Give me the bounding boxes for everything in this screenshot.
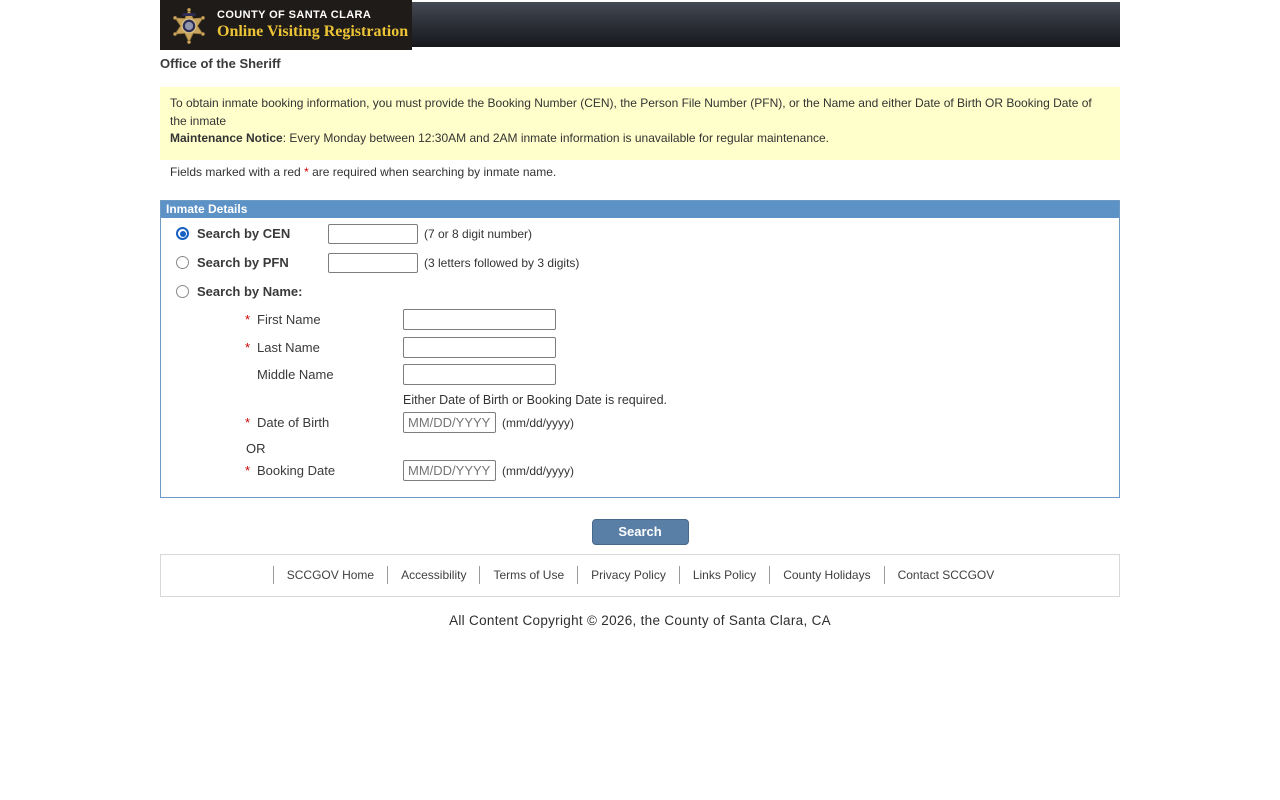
copyright-notice: All Content Copyright © 2026, the County… [449, 612, 831, 628]
notice-box: To obtain inmate booking information, yo… [160, 87, 1120, 160]
logo-text: COUNTY OF SANTA CLARA Online Visiting Re… [217, 9, 408, 41]
date-of-birth-input[interactable] [403, 412, 496, 433]
first-name-label: * First Name [245, 312, 403, 327]
booking-date-label: * Booking Date [245, 463, 403, 478]
first-name-required-asterisk: * [245, 312, 251, 327]
maintenance-notice-text: : Every Monday between 12:30AM and 2AM i… [282, 131, 830, 145]
footer-link-links-policy[interactable]: Links Policy [678, 566, 769, 584]
inmate-details-panel: Inmate Details Search by CEN (7 or 8 dig… [160, 199, 1120, 498]
logo: COUNTY OF SANTA CLARA Online Visiting Re… [160, 0, 412, 50]
cen-hint: (7 or 8 digit number) [424, 226, 533, 241]
footer-link-county-holidays[interactable]: County Holidays [769, 566, 883, 584]
dob-format-hint: (mm/dd/yyyy) [502, 415, 574, 430]
sheriff-star-badge-icon [173, 7, 205, 45]
last-name-required-asterisk: * [245, 340, 251, 355]
dob-required-asterisk: * [245, 415, 251, 430]
maintenance-notice-label: Maintenance Notice [170, 131, 283, 145]
footer-link-terms-of-use[interactable]: Terms of Use [479, 566, 577, 584]
booking-date-label-text: Booking Date [257, 463, 336, 478]
search-button[interactable]: Search [591, 518, 689, 545]
section-header: Inmate Details [161, 200, 1119, 218]
search-by-pfn-row: Search by PFN (3 letters followed by 3 d… [176, 252, 1119, 274]
first-name-label-text: First Name [257, 312, 321, 327]
search-by-name-label: Search by Name: [197, 284, 303, 299]
pfn-hint: (3 letters followed by 3 digits) [424, 255, 580, 270]
last-name-row: * Last Name [161, 337, 1119, 359]
middle-name-input[interactable] [403, 364, 556, 385]
booking-date-row: * Booking Date (mm/dd/yyyy) [161, 460, 1119, 482]
first-name-row: * First Name [161, 309, 1119, 331]
notice-line1: To obtain inmate booking information, yo… [170, 96, 1092, 128]
header-bar: COUNTY OF SANTA CLARA Online Visiting Re… [160, 0, 1120, 50]
middle-name-label: Middle Name [245, 367, 403, 382]
footer-link-privacy-policy[interactable]: Privacy Policy [577, 566, 679, 584]
or-label: OR [246, 440, 266, 456]
footer-link-contact-sccgov[interactable]: Contact SCCGOV [883, 566, 1008, 584]
booking-date-required-asterisk: * [245, 463, 251, 478]
page: COUNTY OF SANTA CLARA Online Visiting Re… [160, 0, 1120, 628]
required-fields-note: Fields marked with a red * are required … [160, 165, 1120, 179]
footer-link-sccgov-home[interactable]: SCCGOV Home [272, 566, 387, 584]
middle-name-label-text: Middle Name [257, 367, 334, 382]
search-by-cen-row: Search by CEN (7 or 8 digit number) [176, 223, 1119, 245]
required-note-text-2: are required when searching by inmate na… [308, 164, 557, 179]
footer-link-accessibility[interactable]: Accessibility [387, 566, 479, 584]
first-name-input[interactable] [403, 309, 556, 330]
required-note-text: Fields marked with a red [170, 164, 305, 179]
search-by-pfn-radio[interactable] [176, 256, 189, 269]
dob-label-text: Date of Birth [257, 415, 330, 430]
page-title: Office of the Sheriff [160, 56, 281, 71]
app-title: Online Visiting Registration [217, 23, 409, 40]
last-name-label: * Last Name [245, 340, 403, 355]
last-name-input[interactable] [403, 337, 556, 358]
last-name-label-text: Last Name [257, 340, 320, 355]
maintenance-notice: Maintenance Notice: Every Monday between… [170, 130, 1110, 148]
booking-date-format-hint: (mm/dd/yyyy) [502, 463, 574, 478]
date-required-note: Either Date of Birth or Booking Date is … [403, 392, 668, 407]
search-by-cen-label: Search by CEN [197, 226, 291, 241]
middle-name-asterisk-spacer [245, 367, 257, 382]
footer-links: SCCGOV Home Accessibility Terms of Use P… [160, 553, 1120, 597]
cen-input[interactable] [328, 223, 418, 244]
booking-date-input[interactable] [403, 460, 496, 481]
search-by-name-row: Search by Name: [176, 281, 1119, 303]
pfn-input[interactable] [328, 252, 418, 273]
agency-name: COUNTY OF SANTA CLARA [217, 9, 372, 21]
date-of-birth-row: * Date of Birth (mm/dd/yyyy) [161, 412, 1119, 434]
search-by-name-radio[interactable] [176, 285, 189, 298]
middle-name-row: Middle Name [161, 364, 1119, 386]
search-by-pfn-label: Search by PFN [197, 255, 289, 270]
search-by-cen-radio[interactable] [176, 227, 189, 240]
date-of-birth-label: * Date of Birth [245, 415, 403, 430]
